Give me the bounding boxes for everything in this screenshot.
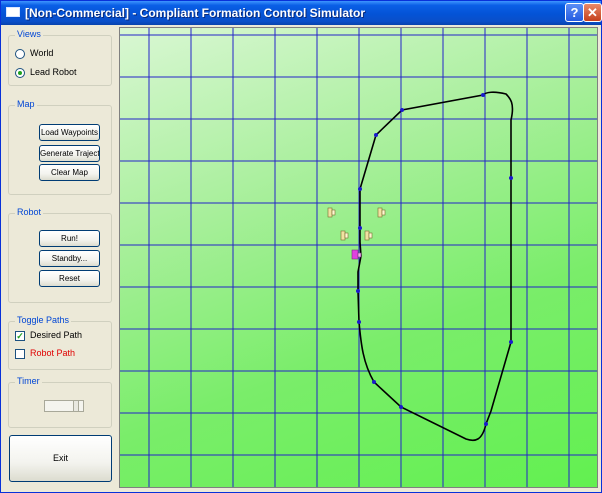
help-button[interactable]: ? — [565, 3, 584, 22]
toggle-paths-group: Toggle Paths ✓ Desired Path Robot Path — [8, 315, 112, 370]
follower-robot-top-left — [327, 207, 336, 218]
view-lead-robot-label: Lead Robot — [30, 67, 77, 77]
robot-path-label: Robot Path — [30, 348, 76, 358]
load-waypoints-button[interactable]: Load Waypoints — [39, 124, 100, 141]
waypoint-marker — [509, 340, 513, 344]
follower-robot-bottom-left — [340, 230, 349, 241]
clear-map-button[interactable]: Clear Map — [39, 164, 100, 181]
desired-path-label: Desired Path — [30, 330, 83, 340]
title-bar[interactable]: [Non-Commercial] - Compliant Formation C… — [1, 1, 602, 25]
waypoint-marker — [484, 422, 488, 426]
waypoint-marker — [372, 380, 376, 384]
view-world-label: World — [30, 48, 54, 58]
radio-world-indicator[interactable] — [15, 49, 25, 59]
desired-path-check-indicator[interactable]: ✓ — [15, 331, 25, 341]
robot-path-check-indicator[interactable] — [15, 349, 25, 359]
views-group: Views World Lead Robot — [8, 29, 112, 86]
app-window: [Non-Commercial] - Compliant Formation C… — [0, 0, 602, 493]
robot-group-title: Robot — [15, 207, 44, 217]
map-group-title: Map — [15, 99, 37, 109]
toggle-paths-group-title: Toggle Paths — [15, 315, 72, 325]
waypoint-marker — [358, 187, 362, 191]
timer-slider[interactable] — [44, 400, 84, 412]
follower-robot-top-right — [377, 207, 386, 218]
waypoint-marker — [481, 93, 485, 97]
waypoints — [356, 93, 513, 426]
waypoint-marker — [399, 405, 403, 409]
map-group: Map Load Waypoints Generate Trajectory C… — [8, 99, 112, 195]
follower-robot-bottom-right — [364, 230, 373, 241]
standby-button[interactable]: Standby... — [39, 250, 100, 267]
waypoint-marker — [356, 289, 360, 293]
radio-lead-robot-indicator[interactable] — [15, 68, 25, 78]
app-icon — [6, 7, 20, 17]
timer-group-title: Timer — [15, 376, 42, 386]
lead-robot — [351, 249, 362, 260]
desired-path-line — [357, 91, 514, 442]
views-group-title: Views — [15, 29, 43, 39]
map-canvas[interactable] — [119, 27, 598, 488]
waypoint-marker — [374, 133, 378, 137]
close-button[interactable]: ✕ — [583, 3, 602, 22]
generate-trajectory-button[interactable]: Generate Trajectory — [39, 145, 100, 162]
grid-lines — [120, 28, 597, 487]
map-drawing — [120, 28, 597, 487]
timer-slider-thumb[interactable] — [73, 400, 79, 412]
waypoint-marker — [357, 320, 361, 324]
window-title: [Non-Commercial] - Compliant Formation C… — [25, 6, 366, 20]
robots — [327, 207, 386, 260]
waypoint-marker — [509, 176, 513, 180]
robot-group: Robot Run! Standby... Reset — [8, 207, 112, 303]
waypoint-marker — [400, 108, 404, 112]
exit-button[interactable]: Exit — [9, 435, 112, 482]
waypoint-marker — [358, 226, 362, 230]
reset-button[interactable]: Reset — [39, 270, 100, 287]
run-button[interactable]: Run! — [39, 230, 100, 247]
